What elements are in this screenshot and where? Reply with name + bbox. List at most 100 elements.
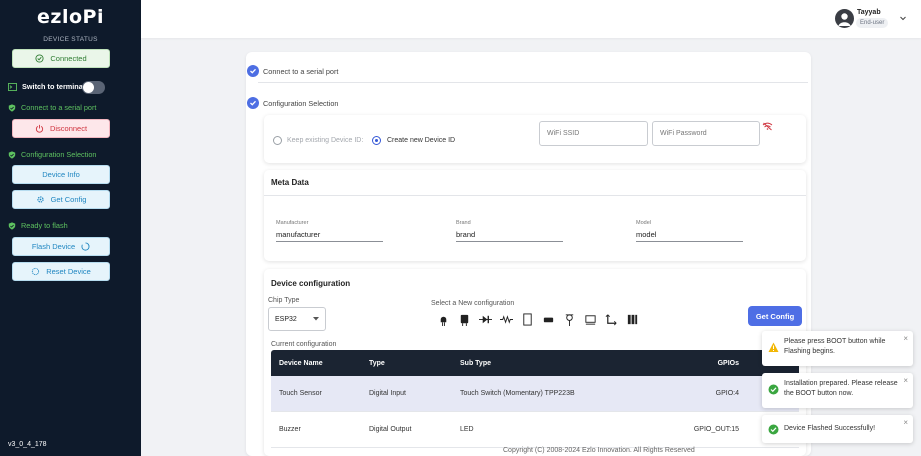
manufacturer-input[interactable]: manufacturer <box>276 230 383 242</box>
close-icon[interactable]: × <box>903 376 908 386</box>
switch-icon[interactable] <box>520 312 534 326</box>
sidebar-get-config-button[interactable]: Get Config <box>12 190 110 209</box>
keep-device-id-label: Keep existing Device ID: <box>287 137 364 144</box>
step-connect-label: Connect to a serial port <box>21 103 97 112</box>
toast-success: Device Flashed Successfully! × <box>762 415 913 443</box>
sidebar: ezloPi DEVICE STATUS Connected Switch to… <box>0 0 141 456</box>
user-role-badge: End-user <box>856 18 889 28</box>
toast-message: Device Flashed Successfully! <box>784 425 876 432</box>
check-circle-icon <box>768 384 779 395</box>
divider <box>264 195 806 196</box>
display-icon[interactable] <box>583 312 597 326</box>
cell-sub-type: Touch Switch (Momentary) TPP223B <box>460 390 575 397</box>
chip-type-select[interactable]: ESP32 <box>268 307 326 331</box>
i2c-icon[interactable] <box>604 312 618 326</box>
motor-icon[interactable] <box>625 312 639 326</box>
switch-terminal-label: Switch to terminal <box>22 82 85 91</box>
flash-device-label: Flash Device <box>31 242 76 251</box>
meta-data-title: Meta Data <box>271 178 309 187</box>
brand-input[interactable]: brand <box>456 230 563 242</box>
warning-icon <box>768 342 779 352</box>
step-connect-title: Connect to a serial port <box>263 66 339 76</box>
flash-device-button[interactable]: Flash Device <box>12 237 110 256</box>
cell-sub-type: LED <box>460 426 474 433</box>
step-config-header[interactable]: Configuration Selection <box>247 97 338 109</box>
model-input[interactable]: model <box>636 230 743 242</box>
new-config-label: Select a New configuration <box>431 300 515 307</box>
chip-type-value: ESP32 <box>275 315 297 323</box>
cell-gpio: GPIO_OUT:15 <box>693 426 739 433</box>
led-icon[interactable] <box>436 312 450 326</box>
disconnect-button[interactable]: Disconnect <box>12 119 110 138</box>
footer-copyright: Copyright (C) 2008-2024 Ezlo Innovation.… <box>503 447 695 454</box>
get-config-button[interactable]: Get Config <box>748 306 802 326</box>
resistor-icon[interactable] <box>499 312 513 326</box>
reset-icon <box>32 267 40 276</box>
step-flash-label: Ready to flash <box>21 221 68 230</box>
wifi-password-input[interactable]: WiFi Password <box>652 121 760 146</box>
step-config-title: Configuration Selection <box>263 98 339 108</box>
diode-icon[interactable] <box>478 312 492 326</box>
wifi-ssid-input[interactable]: WiFi SSID <box>539 121 648 146</box>
disconnect-label: Disconnect <box>49 124 88 133</box>
terminal-toggle[interactable] <box>82 81 105 94</box>
wifi-off-icon[interactable] <box>762 122 773 131</box>
keep-device-id-radio[interactable] <box>273 136 282 145</box>
cell-type: Digital Input <box>369 390 406 397</box>
table-row[interactable]: Buzzer Digital Output LED GPIO_OUT:15 <box>271 412 799 448</box>
toast-success: Installation prepared. Please release th… <box>762 373 913 408</box>
config-type-icons <box>436 312 639 326</box>
cell-device-name: Touch Sensor <box>279 390 322 397</box>
table-header: Device Name Type Sub Type GPIOs <box>271 350 799 376</box>
toast-message: Please press BOOT button while Flashing … <box>784 338 886 355</box>
top-bar <box>141 0 921 38</box>
chip-type-label: Chip Type <box>268 297 300 304</box>
check-icon <box>247 65 259 77</box>
close-icon[interactable]: × <box>903 334 908 344</box>
shield-check-icon <box>8 103 16 112</box>
check-icon <box>247 97 259 109</box>
cell-type: Digital Output <box>369 426 412 433</box>
device-config-title: Device configuration <box>271 279 351 288</box>
chevron-down-icon[interactable] <box>899 14 907 22</box>
toast-message: Installation prepared. Please release th… <box>784 380 898 397</box>
user-icon <box>838 13 851 26</box>
step-config-label: Configuration Selection <box>21 150 97 159</box>
connected-label: Connected <box>50 54 87 63</box>
switch-terminal-row: Switch to terminal <box>8 82 85 91</box>
sensor-icon[interactable] <box>541 312 555 326</box>
manufacturer-label: Manufacturer <box>276 220 309 226</box>
meta-data-panel <box>264 170 806 261</box>
current-config-label: Current configuration <box>271 341 337 348</box>
config-table: Device Name Type Sub Type GPIOs Touch Se… <box>271 350 799 448</box>
divider <box>258 82 808 83</box>
cell-gpio: GPIO:4 <box>715 390 739 397</box>
connected-button[interactable]: Connected <box>12 49 110 68</box>
relay-icon[interactable] <box>457 312 471 326</box>
col-sub-type: Sub Type <box>460 359 491 367</box>
step-flash: Ready to flash <box>8 221 68 230</box>
model-label: Model <box>636 220 651 226</box>
gear-icon <box>36 196 44 203</box>
col-device-name: Device Name <box>279 359 323 367</box>
close-icon[interactable]: × <box>903 418 908 428</box>
brand-label: Brand <box>456 220 471 226</box>
device-info-button[interactable]: Device Info <box>12 165 110 184</box>
shield-check-icon <box>8 221 16 230</box>
reset-device-button[interactable]: Reset Device <box>12 262 110 281</box>
step-connect-header[interactable]: Connect to a serial port <box>247 65 338 77</box>
potentiometer-icon[interactable] <box>562 312 576 326</box>
check-circle-icon <box>768 424 779 435</box>
step-connect: Connect to a serial port <box>8 103 96 112</box>
reset-device-label: Reset Device <box>46 267 91 276</box>
user-avatar[interactable] <box>835 9 854 28</box>
create-device-id-label: Create new Device ID <box>387 137 456 144</box>
create-device-id-radio[interactable] <box>372 136 381 145</box>
check-circle-icon <box>35 54 44 63</box>
device-info-label: Device Info <box>42 170 80 179</box>
terminal-icon <box>8 82 17 91</box>
device-status-label: DEVICE STATUS <box>43 36 98 43</box>
caret-down-icon <box>313 317 319 321</box>
power-icon <box>35 124 43 133</box>
table-row[interactable]: Touch Sensor Digital Input Touch Switch … <box>271 376 799 412</box>
